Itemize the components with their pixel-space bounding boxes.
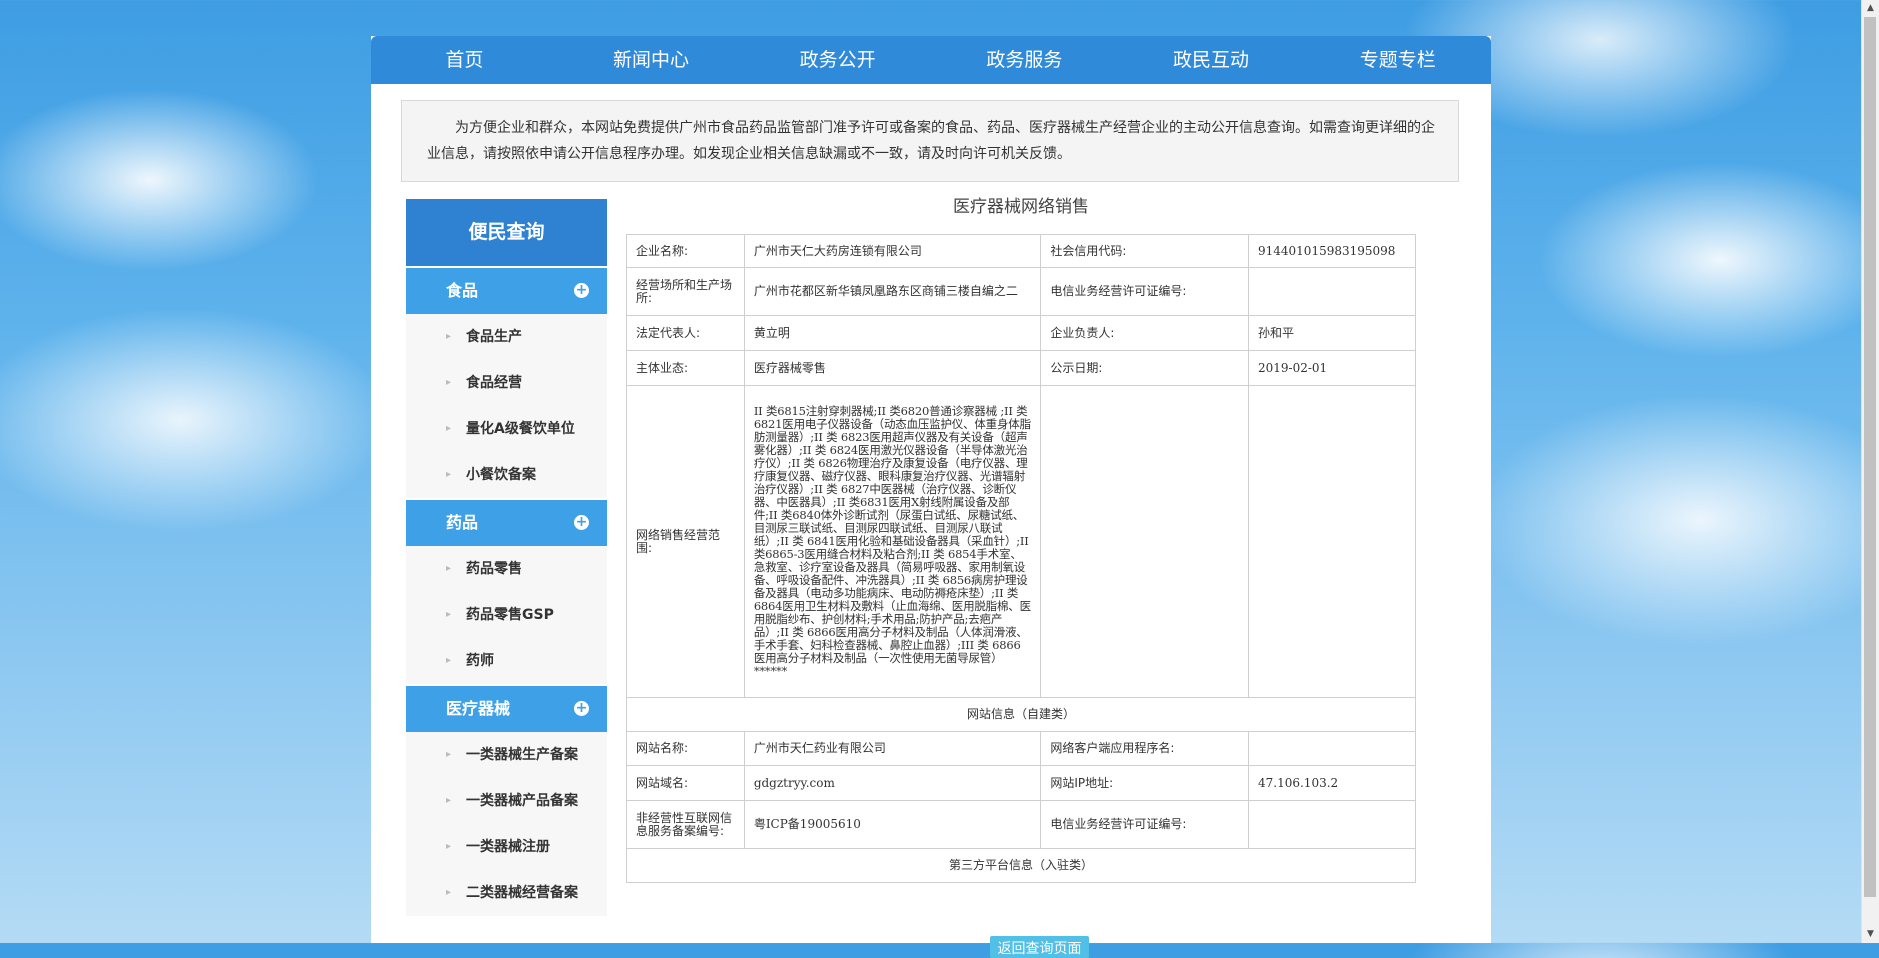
scope-value: II 类6815注射穿刺器械;II 类6820普通诊察器械 ;II 类6821医…	[743, 385, 1042, 698]
client-app-value	[1248, 731, 1416, 766]
nav-gov-service[interactable]: 政务服务	[931, 36, 1118, 84]
table-row: 网站信息（自建类）	[626, 697, 1416, 732]
expand-plus-icon[interactable]: +	[574, 701, 589, 716]
empty-cell	[1040, 385, 1249, 698]
sidebar-item-class1-registration[interactable]: 一类器械注册	[406, 824, 607, 870]
sidebar-category-label: 食品	[446, 281, 479, 300]
domain-label: 网站域名:	[626, 765, 745, 801]
ip-label: 网站IP地址:	[1040, 765, 1249, 801]
table-row: 法定代表人: 黄立明 企业负责人: 孙和平	[626, 315, 1416, 351]
nav-interaction[interactable]: 政民互动	[1118, 36, 1305, 84]
sidebar-item-food-business[interactable]: 食品经营	[406, 360, 607, 406]
notice-box: 为方便企业和群众，本网站免费提供广州市食品药品监管部门准予许可或备案的食品、药品…	[401, 100, 1459, 182]
nav-news[interactable]: 新闻中心	[558, 36, 745, 84]
address-value: 广州市花都区新华镇凤凰路东区商铺三楼自编之二	[743, 267, 1042, 316]
sidebar-category-device[interactable]: 医疗器械 +	[406, 684, 607, 732]
sidebar-item-food-production[interactable]: 食品生产	[406, 314, 607, 360]
scope-label: 网络销售经营范围:	[626, 385, 745, 698]
third-party-section-header: 第三方平台信息（入驻类）	[626, 848, 1416, 883]
sidebar-item-class1-production[interactable]: 一类器械生产备案	[406, 732, 607, 778]
company-name-value: 广州市天仁大药房连锁有限公司	[743, 234, 1042, 268]
principal-value: 孙和平	[1248, 315, 1416, 351]
website-section-header: 网站信息（自建类）	[626, 697, 1416, 732]
table-row: 企业名称: 广州市天仁大药房连锁有限公司 社会信用代码: 91440101598…	[626, 234, 1416, 268]
table-row: 网站域名: gdgztryy.com 网站IP地址: 47.106.103.2	[626, 765, 1416, 801]
site-name-value: 广州市天仁药业有限公司	[743, 731, 1042, 766]
main-content: 医疗器械网络销售 企业名称: 广州市天仁大药房连锁有限公司 社会信用代码: 91…	[626, 194, 1416, 958]
sidebar-item-class1-product[interactable]: 一类器械产品备案	[406, 778, 607, 824]
sidebar-item-class2-business[interactable]: 二类器械经营备案	[406, 870, 607, 916]
telecom-license-value	[1248, 267, 1416, 316]
table-row: 网络销售经营范围: II 类6815注射穿刺器械;II 类6820普通诊察器械 …	[626, 385, 1416, 698]
nav-gov-open[interactable]: 政务公开	[744, 36, 931, 84]
back-to-search-button[interactable]: 返回查询页面	[990, 936, 1089, 958]
page-scrollbar[interactable]: ▲ ▼	[1861, 0, 1879, 943]
info-table: 企业名称: 广州市天仁大药房连锁有限公司 社会信用代码: 91440101598…	[626, 234, 1416, 883]
table-row: 非经营性互联网信息服务备案编号: 粤ICP备19005610 电信业务经营许可证…	[626, 800, 1416, 849]
sidebar-title: 便民查询	[406, 199, 607, 266]
sidebar-item-small-restaurant[interactable]: 小餐饮备案	[406, 452, 607, 498]
credit-code-value: 914401015983195098	[1248, 234, 1416, 268]
scroll-down-arrow-icon[interactable]: ▼	[1862, 926, 1879, 943]
nav-home[interactable]: 首页	[371, 36, 558, 84]
table-row: 第三方平台信息（入驻类）	[626, 848, 1416, 883]
telecom-license-label: 电信业务经营许可证编号:	[1040, 267, 1249, 316]
business-type-value: 医疗器械零售	[743, 350, 1042, 386]
address-label: 经营场所和生产场所:	[626, 267, 745, 316]
empty-cell	[1248, 385, 1416, 698]
ip-value: 47.106.103.2	[1248, 765, 1416, 801]
icp-value: 粤ICP备19005610	[743, 800, 1042, 849]
expand-plus-icon[interactable]: +	[574, 283, 589, 298]
page-container: 首页 新闻中心 政务公开 政务服务 政民互动 专题专栏 为方便企业和群众，本网站…	[371, 36, 1491, 958]
credit-code-label: 社会信用代码:	[1040, 234, 1249, 268]
sidebar-item-pharmacist[interactable]: 药师	[406, 638, 607, 684]
scroll-up-arrow-icon[interactable]: ▲	[1862, 0, 1879, 17]
client-app-label: 网络客户端应用程序名:	[1040, 731, 1249, 766]
page-title: 医疗器械网络销售	[953, 197, 1089, 217]
scrollbar-thumb[interactable]	[1864, 17, 1876, 897]
domain-value: gdgztryy.com	[743, 765, 1042, 801]
icp-label: 非经营性互联网信息服务备案编号:	[626, 800, 745, 849]
publish-date-value: 2019-02-01	[1248, 350, 1416, 386]
table-row: 经营场所和生产场所: 广州市花都区新华镇凤凰路东区商铺三楼自编之二 电信业务经营…	[626, 267, 1416, 316]
sidebar-item-drug-retail-gsp[interactable]: 药品零售GSP	[406, 592, 607, 638]
table-row: 网站名称: 广州市天仁药业有限公司 网络客户端应用程序名:	[626, 731, 1416, 766]
publish-date-label: 公示日期:	[1040, 350, 1249, 386]
table-row: 主体业态: 医疗器械零售 公示日期: 2019-02-01	[626, 350, 1416, 386]
telecom-license-2-value	[1248, 800, 1416, 849]
principal-label: 企业负责人:	[1040, 315, 1249, 351]
sidebar-item-a-grade-restaurant[interactable]: 量化A级餐饮单位	[406, 406, 607, 452]
legal-rep-value: 黄立明	[743, 315, 1042, 351]
telecom-license-2-label: 电信业务经营许可证编号:	[1040, 800, 1249, 849]
sidebar: 便民查询 食品 + 食品生产 食品经营 量化A级餐饮单位 小餐饮备案 药品 + …	[406, 199, 607, 916]
sidebar-item-drug-retail[interactable]: 药品零售	[406, 546, 607, 592]
legal-rep-label: 法定代表人:	[626, 315, 745, 351]
sidebar-category-label: 药品	[446, 513, 479, 532]
main-nav: 首页 新闻中心 政务公开 政务服务 政民互动 专题专栏	[371, 36, 1491, 84]
site-name-label: 网站名称:	[626, 731, 745, 766]
nav-special[interactable]: 专题专栏	[1304, 36, 1491, 84]
sidebar-category-drug[interactable]: 药品 +	[406, 498, 607, 546]
expand-plus-icon[interactable]: +	[574, 515, 589, 530]
sidebar-category-label: 医疗器械	[446, 699, 511, 718]
business-type-label: 主体业态:	[626, 350, 745, 386]
company-name-label: 企业名称:	[626, 234, 745, 268]
sidebar-category-food[interactable]: 食品 +	[406, 266, 607, 314]
